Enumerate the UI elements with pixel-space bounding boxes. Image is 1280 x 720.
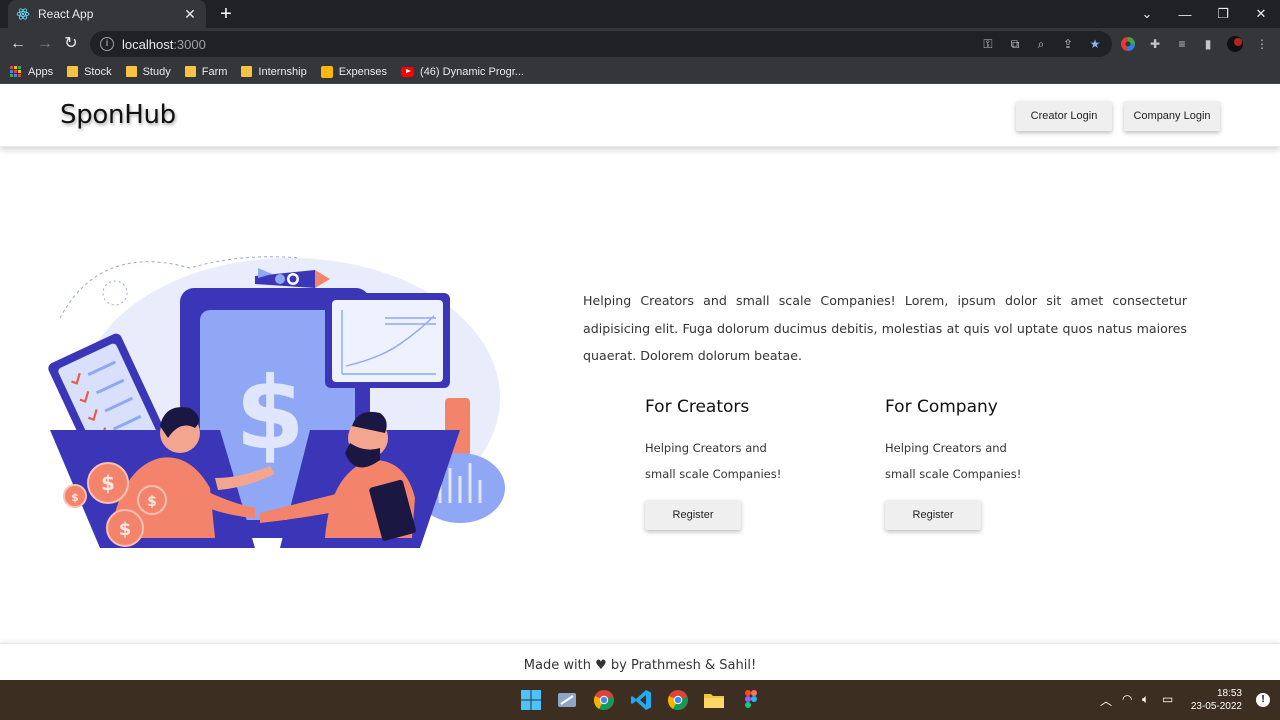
address-bar[interactable]: i localhost:3000 — [90, 31, 1112, 57]
media-queue-icon[interactable]: ≡ — [1174, 36, 1190, 52]
tab-close-icon[interactable]: ✕ — [182, 6, 198, 23]
company-login-button[interactable]: Company Login — [1124, 101, 1220, 131]
svg-text:$: $ — [147, 494, 157, 510]
svg-text:$: $ — [119, 519, 132, 540]
handshake-illustration: $ $$$$ — [48, 256, 505, 548]
company-heading: For Company — [885, 397, 998, 417]
bookmark-internship[interactable]: Internship — [241, 65, 307, 78]
system-clock[interactable]: 18:53 23-05-2022 — [1191, 687, 1242, 713]
bookmark-expenses[interactable]: Expenses — [320, 65, 388, 78]
folder-icon — [67, 66, 79, 77]
page: SponHub Creator Login Company Login $ $ … — [0, 85, 1280, 680]
file-explorer-icon[interactable] — [702, 688, 726, 712]
bookmark-label: (46) Dynamic Progr... — [420, 65, 524, 78]
bookmark-label: Internship — [258, 65, 307, 78]
close-window-icon[interactable]: ✕ — [1242, 0, 1280, 28]
tab-title: React App — [38, 7, 94, 21]
minimize-icon[interactable]: — — [1166, 0, 1204, 28]
bookmark-label: Farm — [201, 65, 228, 78]
volume-icon[interactable]: 🔈︎ — [1142, 692, 1149, 707]
folder-icon — [125, 66, 137, 77]
profile-avatar[interactable] — [1227, 36, 1243, 52]
browser-tab[interactable]: React App ✕ — [8, 0, 206, 28]
bookmark-farm[interactable]: Farm — [184, 65, 228, 78]
creators-section: For Creators Helping Creators and small … — [645, 397, 825, 530]
tray-chevron-icon[interactable]: ︿ — [1100, 692, 1112, 709]
menu-kebab-icon[interactable]: ⋮ — [1254, 36, 1270, 52]
site-info-icon[interactable]: i — [100, 37, 114, 51]
svg-text:$: $ — [101, 471, 115, 495]
apps-grid-icon — [10, 65, 22, 78]
bookmark-label: Expenses — [338, 65, 388, 78]
figma-icon[interactable] — [739, 688, 763, 712]
battery-icon[interactable]: ▭ — [1162, 692, 1173, 706]
creators-line-2: small scale Companies! — [645, 467, 782, 481]
creator-register-button[interactable]: Register — [645, 500, 741, 530]
chrome-icon[interactable] — [592, 688, 616, 712]
creators-line-1: Helping Creators and — [645, 441, 767, 455]
hero-description-text: Helping Creators and small scale Compani… — [583, 293, 1187, 363]
url-host: localhost — [122, 36, 174, 52]
wifi-icon[interactable]: ◠ — [1122, 692, 1132, 706]
clock-time: 18:53 — [1216, 688, 1242, 699]
bookmark-stock[interactable]: Stock — [67, 66, 112, 78]
sheets-icon — [320, 65, 333, 78]
company-section: For Company Helping Creators and small s… — [885, 397, 1065, 530]
hero-description: Helping Creators and small scale Compani… — [583, 288, 1187, 371]
dollar-icon: $ — [235, 355, 305, 472]
react-icon — [16, 8, 30, 20]
bookmarks-bar: Apps Stock Study Farm Internship Expense… — [0, 60, 1280, 84]
notification-icon[interactable]: ! — [1256, 693, 1270, 707]
heart-icon: ♥ — [595, 658, 607, 673]
company-line-1: Helping Creators and — [885, 441, 1007, 455]
open-external-icon[interactable]: ⧉ — [1007, 36, 1023, 52]
key-icon[interactable]: ⚿ — [980, 36, 996, 52]
bookmark-youtube[interactable]: (46) Dynamic Progr... — [401, 66, 524, 78]
side-panel-icon[interactable]: ▮ — [1200, 36, 1216, 52]
youtube-icon — [401, 66, 415, 77]
creators-heading: For Creators — [645, 397, 750, 417]
share-icon[interactable]: ⇪ — [1060, 36, 1076, 52]
chrome-active-icon[interactable] — [666, 688, 690, 712]
bookmark-star-icon[interactable]: ★ — [1087, 36, 1103, 52]
bookmark-study[interactable]: Study — [125, 65, 171, 78]
brand-logo[interactable]: SponHub — [60, 100, 176, 130]
restore-icon[interactable]: ❐ — [1204, 0, 1242, 28]
new-tab-button[interactable]: + — [216, 4, 236, 24]
os-taskbar: ︿ ◠ 🔈︎ ▭ 18:53 23-05-2022 ! — [0, 680, 1280, 720]
creator-login-button[interactable]: Creator Login — [1016, 101, 1112, 131]
footer-prefix: Made with — [523, 658, 591, 673]
url-port: :3000 — [173, 36, 206, 52]
back-icon[interactable]: ← — [8, 34, 28, 54]
snipping-tool-icon[interactable] — [555, 688, 579, 712]
color-extension-icon[interactable] — [1120, 36, 1136, 52]
browser-tabstrip: React App ✕ + ⌄ — ❐ ✕ — [0, 0, 1280, 28]
bookmark-label: Apps — [28, 65, 54, 78]
clock-date: 23-05-2022 — [1190, 701, 1242, 712]
zoom-icon[interactable]: ⌕ — [1033, 36, 1049, 52]
forward-icon[interactable]: → — [35, 34, 55, 54]
folder-icon — [241, 66, 253, 77]
windows-start-icon[interactable] — [519, 688, 543, 712]
footer-credit: by Prathmesh & Sahil! — [610, 658, 757, 673]
bookmark-label: Study — [142, 65, 171, 78]
folder-icon — [184, 66, 196, 77]
svg-text:$: $ — [71, 491, 79, 504]
site-footer: Made with ♥ by Prathmesh & Sahil! — [0, 643, 1280, 680]
site-navbar: SponHub Creator Login Company Login — [0, 85, 1280, 147]
bookmark-label: Stock — [84, 65, 112, 78]
reload-icon[interactable]: ↻ — [61, 34, 81, 54]
browser-toolbar: ← → ↻ i localhost:3000 ⚿ ⧉ ⌕ ⇪ ★ ✚ ≡ ▮ ⋮ — [0, 28, 1280, 60]
company-register-button[interactable]: Register — [885, 500, 981, 530]
company-line-2: small scale Companies! — [885, 467, 1022, 481]
bookmark-apps[interactable]: Apps — [10, 65, 54, 78]
extensions-puzzle-icon[interactable]: ✚ — [1147, 36, 1163, 52]
vscode-icon[interactable] — [629, 688, 653, 712]
tab-search-icon[interactable]: ⌄ — [1128, 0, 1166, 28]
